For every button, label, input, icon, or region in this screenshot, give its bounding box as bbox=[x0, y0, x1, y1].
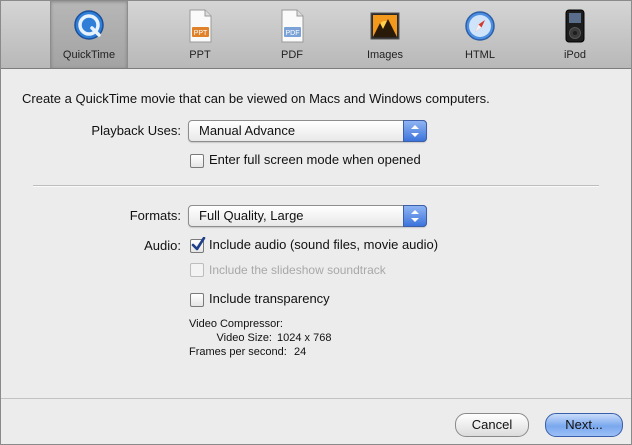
tab-label: Images bbox=[366, 49, 404, 61]
tab-ppt[interactable]: PPT PPT bbox=[162, 1, 238, 68]
cancel-button[interactable]: Cancel bbox=[455, 413, 529, 437]
formats-value: Full Quality, Large bbox=[199, 208, 304, 223]
tab-label: HTML bbox=[465, 49, 495, 61]
ppt-file-icon: PPT bbox=[189, 9, 212, 43]
transparency-checkbox[interactable] bbox=[190, 293, 204, 307]
audio-label: Audio: bbox=[144, 238, 181, 253]
include-audio-label: Include audio (sound files, movie audio) bbox=[209, 237, 439, 252]
popup-arrows-icon bbox=[403, 120, 427, 142]
video-size-value: 1024 x 768 bbox=[277, 332, 332, 344]
soundtrack-label: Include the slideshow soundtrack bbox=[209, 263, 386, 277]
soundtrack-checkbox bbox=[190, 263, 204, 277]
checkmark-icon bbox=[191, 237, 206, 251]
tab-images[interactable]: Images bbox=[347, 1, 423, 68]
fps-label: Frames per second: bbox=[189, 346, 287, 358]
fps-value: 24 bbox=[294, 346, 307, 358]
export-sheet: QuickTime PPT PPT PDF PDF Images HTML iP… bbox=[0, 0, 632, 445]
formats-label: Formats: bbox=[129, 208, 181, 223]
ipod-icon bbox=[565, 9, 585, 43]
popup-arrows-icon bbox=[403, 205, 427, 227]
tab-ipod[interactable]: iPod bbox=[537, 1, 613, 68]
playback-value: Manual Advance bbox=[199, 123, 296, 138]
quicktime-icon bbox=[74, 10, 104, 40]
footer-divider bbox=[1, 398, 631, 399]
video-size-label: Video Size: bbox=[216, 332, 272, 344]
images-icon bbox=[370, 12, 400, 40]
fullscreen-label: Enter full screen mode when opened bbox=[209, 152, 421, 167]
fullscreen-checkbox[interactable] bbox=[190, 154, 204, 168]
pdf-file-icon: PDF bbox=[281, 9, 304, 43]
compass-icon bbox=[465, 11, 495, 41]
playback-label: Playback Uses: bbox=[91, 123, 181, 138]
tab-label: QuickTime bbox=[62, 49, 116, 61]
formats-popup[interactable]: Full Quality, Large bbox=[188, 205, 427, 227]
transparency-label: Include transparency bbox=[209, 291, 330, 306]
ppt-badge: PPT bbox=[194, 30, 208, 37]
video-compressor-label: Video Compressor: bbox=[189, 318, 283, 330]
section-divider bbox=[33, 185, 599, 187]
tab-html[interactable]: HTML bbox=[442, 1, 518, 68]
playback-popup[interactable]: Manual Advance bbox=[188, 120, 427, 142]
description-text: Create a QuickTime movie that can be vie… bbox=[22, 91, 490, 106]
include-audio-checkbox[interactable] bbox=[190, 237, 206, 253]
export-toolbar: QuickTime PPT PPT PDF PDF Images HTML iP… bbox=[1, 1, 631, 69]
tab-label: iPod bbox=[563, 49, 587, 61]
next-button[interactable]: Next... bbox=[545, 413, 623, 437]
tab-label: PPT bbox=[189, 49, 211, 61]
pdf-badge: PDF bbox=[286, 30, 300, 37]
tab-pdf[interactable]: PDF PDF bbox=[254, 1, 330, 68]
tab-quicktime[interactable]: QuickTime bbox=[50, 1, 128, 68]
tab-label: PDF bbox=[281, 49, 303, 61]
